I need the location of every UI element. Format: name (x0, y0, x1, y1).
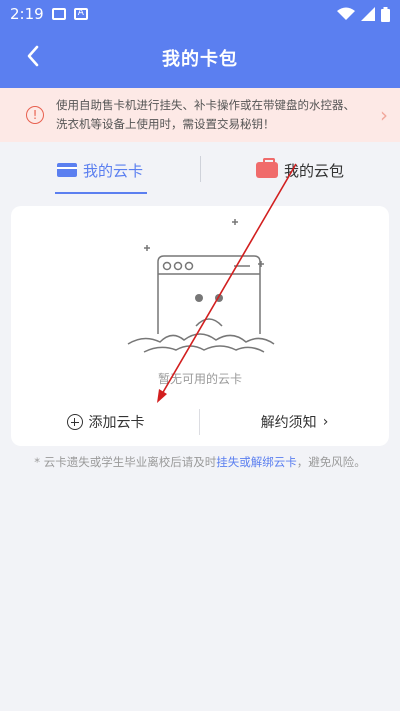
wallet-icon (255, 158, 278, 178)
unbind-notice-button[interactable]: 解约须知 › (200, 406, 389, 438)
status-time: 2:19 (10, 5, 44, 23)
card-actions: 添加云卡 解约须知 › (11, 406, 389, 438)
image-notification-icon (51, 8, 66, 20)
footnote-prefix: * 云卡遗失或学生毕业离校后请及时 (34, 455, 217, 469)
chevron-right-icon: › (380, 103, 388, 127)
cloud-card-panel: 暂无可用的云卡 添加云卡 解约须知 › (11, 206, 389, 446)
add-cloud-card-button[interactable]: 添加云卡 (11, 406, 200, 438)
empty-browser-illustration-icon (127, 219, 275, 353)
notice-text: 使用自助售卡机进行挂失、补卡操作或在带键盘的水控器、洗衣机等设备上使用时，需设置… (56, 98, 355, 131)
empty-state-text: 暂无可用的云卡 (157, 372, 242, 386)
footnote: * 云卡遗失或学生毕业离校后请及时挂失或解绑云卡，避免风险。 (0, 454, 400, 470)
security-notice-banner[interactable]: ! 使用自助售卡机进行挂失、补卡操作或在带键盘的水控器、洗衣机等设备上使用时，需… (0, 88, 400, 142)
tab-label: 我的云卡 (82, 161, 143, 180)
battery-icon (381, 6, 390, 22)
report-loss-unbind-link[interactable]: 挂失或解绑云卡 (216, 455, 297, 469)
info-icon: ! (26, 106, 44, 124)
signal-icon (361, 7, 375, 21)
chevron-right-icon: › (322, 414, 329, 430)
add-cloud-card-label: 添加云卡 (88, 415, 145, 431)
card-icon (56, 163, 77, 177)
tab-my-cloud-card[interactable]: 我的云卡 (0, 142, 200, 198)
unbind-notice-label: 解约须知 (260, 415, 317, 431)
app-notification-icon (73, 8, 88, 20)
app-header: 2:19 我的卡包 (0, 0, 400, 88)
status-bar: 2:19 (0, 0, 400, 28)
tab-label: 我的云包 (283, 161, 344, 180)
back-arrow-icon[interactable] (22, 44, 46, 68)
page-title: 我的卡包 (162, 49, 238, 70)
footnote-suffix: ，避免风险。 (296, 455, 366, 469)
wifi-icon (337, 7, 355, 20)
action-divider (199, 409, 200, 435)
tab-divider (200, 156, 201, 182)
plus-circle-icon (66, 414, 83, 430)
tab-my-cloud-wallet[interactable]: 我的云包 (200, 142, 400, 198)
